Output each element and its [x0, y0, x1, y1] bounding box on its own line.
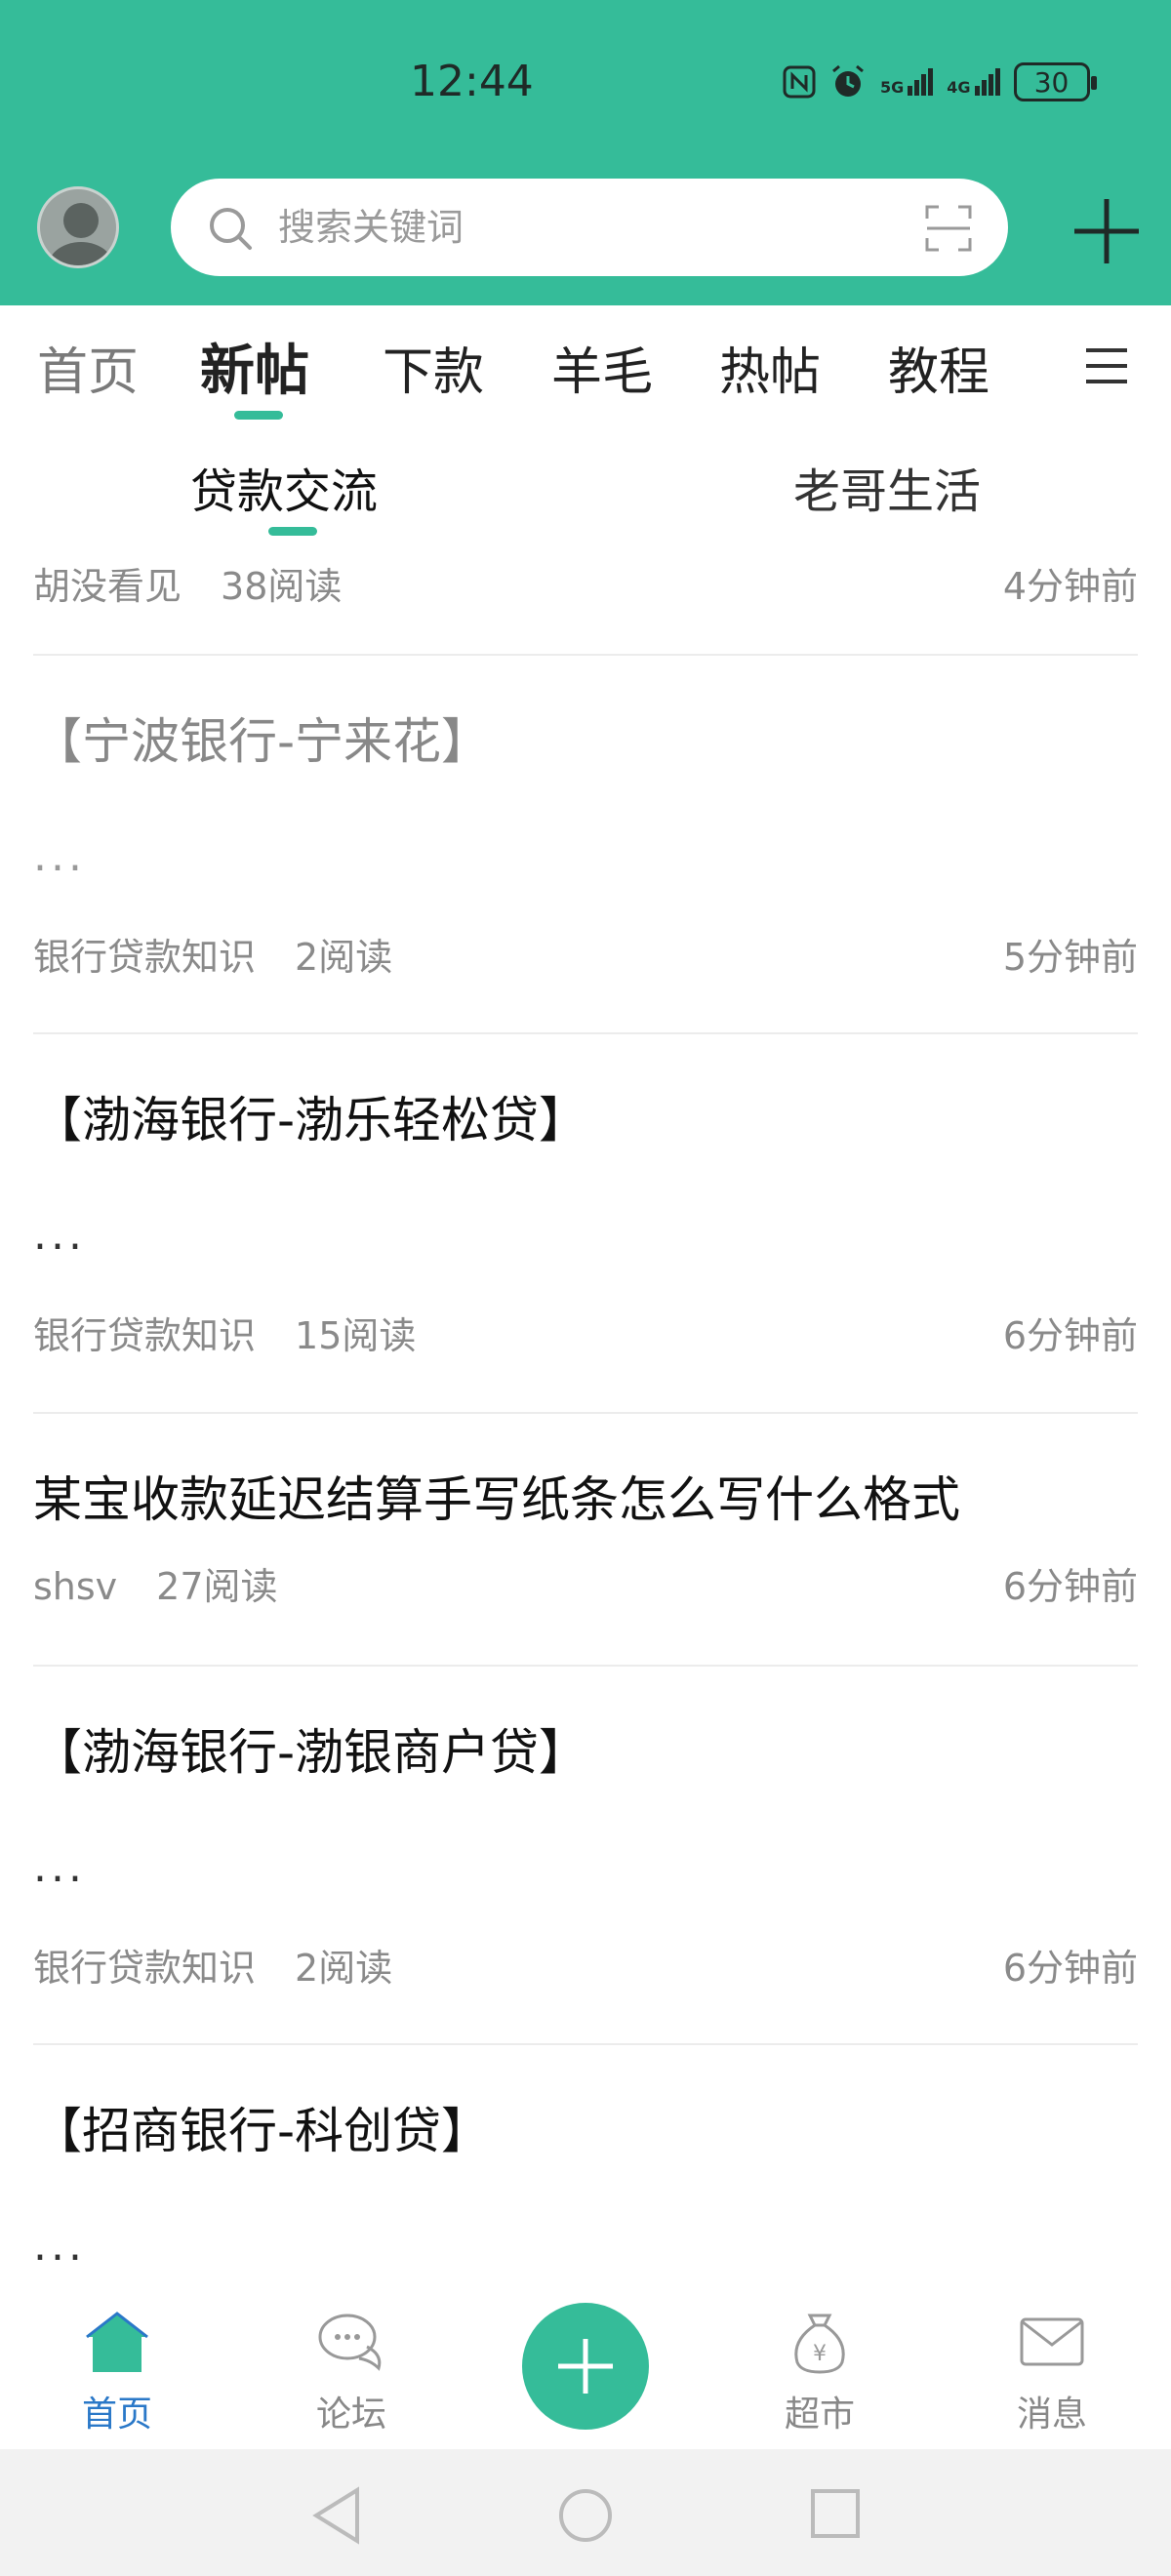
post-meta: 银行贷款知识 15阅读: [33, 1306, 416, 1359]
add-icon[interactable]: [1070, 195, 1143, 267]
avatar-icon: [48, 203, 114, 265]
network-4g-label: 4G: [947, 78, 971, 97]
app-header: 12:44 5G 4G 30: [0, 0, 1171, 305]
tab-indicator: [234, 411, 283, 420]
post-title: 【宁波银行-宁来花】: [33, 713, 491, 770]
list-item[interactable]: 【渤海银行-渤银商户贷】 ... 银行贷款知识 2阅读 6分钟前: [33, 1667, 1138, 2045]
post-reads: 15阅读: [295, 1314, 417, 1357]
status-time: 12:44: [410, 57, 534, 106]
recents-icon[interactable]: [810, 2488, 861, 2539]
list-item[interactable]: 【招商银行-科创贷】 ...: [33, 2045, 1138, 2288]
search-input[interactable]: [278, 198, 864, 257]
list-item[interactable]: 【宁波银行-宁来花】 ... 银行贷款知识 2阅读 5分钟前: [33, 656, 1138, 1034]
signal-4g-icon: 4G: [947, 68, 1000, 97]
subtab-indicator: [268, 527, 317, 536]
svg-text:¥: ¥: [813, 2342, 827, 2366]
post-meta: 银行贷款知识 2阅读: [33, 927, 392, 981]
post-author: 银行贷款知识: [33, 1314, 257, 1357]
nav-market[interactable]: ¥ 超市: [747, 2308, 893, 2436]
category-tabs: 首页 新帖 下款 羊毛 热帖 教程: [0, 305, 1171, 423]
plus-icon: [558, 2339, 613, 2394]
tab-tutorials[interactable]: 教程: [888, 331, 989, 404]
sub-tabs: 贷款交流 老哥生活: [0, 429, 1171, 542]
list-item[interactable]: 某宝收款延迟结算手写纸条怎么写什么格式 shsv 27阅读 6分钟前: [33, 1414, 1138, 1667]
post-author: shsv: [33, 1565, 118, 1608]
money-bag-icon: ¥: [794, 2314, 845, 2374]
chat-bubble-icon: [318, 2314, 382, 2371]
list-item[interactable]: 胡没看见 38阅读 4分钟前: [33, 542, 1138, 656]
post-title: 【渤海银行-渤乐轻松贷】: [33, 1092, 588, 1148]
nav-home[interactable]: 首页: [44, 2308, 190, 2436]
tab-hot[interactable]: 热帖: [719, 331, 821, 404]
bottom-nav: 首页 论坛 ¥ 超市 消息: [0, 2288, 1171, 2449]
post-time: 4分钟前: [1002, 565, 1138, 608]
nav-forum[interactable]: 论坛: [278, 2308, 424, 2436]
post-time: 6分钟前: [1002, 1314, 1138, 1357]
post-reads: 38阅读: [221, 565, 343, 608]
post-title: 【招商银行-科创贷】: [33, 2103, 491, 2159]
search-bar[interactable]: [171, 179, 1008, 276]
post-reads: 27阅读: [156, 1565, 278, 1608]
tab-new-posts[interactable]: 新帖: [200, 327, 309, 406]
signal-5g-icon: 5G: [880, 68, 934, 97]
nav-home-label: 首页: [81, 2395, 152, 2435]
tab-home[interactable]: 首页: [37, 331, 139, 404]
network-5g-label: 5G: [880, 78, 905, 97]
subtab-loan-exchange[interactable]: 贷款交流: [190, 453, 378, 521]
post-time: 6分钟前: [1002, 1947, 1138, 1990]
post-author: 银行贷款知识: [33, 936, 257, 979]
post-meta: 银行贷款知识 2阅读: [33, 1938, 392, 1992]
post-excerpt: ...: [33, 1842, 86, 1892]
battery-icon: 30: [1013, 62, 1097, 101]
system-nav-bar: [0, 2449, 1171, 2576]
post-time: 6分钟前: [1002, 1565, 1138, 1608]
alarm-icon: [832, 64, 864, 97]
nav-messages[interactable]: 消息: [979, 2308, 1125, 2436]
post-title: 某宝收款延迟结算手写纸条怎么写什么格式: [33, 1471, 960, 1528]
mail-icon: [1020, 2317, 1084, 2366]
home-button-icon[interactable]: [558, 2488, 613, 2543]
post-time: 5分钟前: [1002, 936, 1138, 979]
post-title: 【渤海银行-渤银商户贷】: [33, 1724, 588, 1781]
list-item[interactable]: 【渤海银行-渤乐轻松贷】 ... 银行贷款知识 15阅读 6分钟前: [33, 1034, 1138, 1414]
nav-market-label: 超市: [784, 2395, 855, 2435]
menu-icon[interactable]: [1084, 346, 1129, 385]
tab-deals[interactable]: 羊毛: [551, 331, 653, 404]
avatar[interactable]: [37, 186, 119, 268]
home-icon: [86, 2312, 148, 2372]
back-icon[interactable]: [310, 2486, 363, 2545]
scan-icon[interactable]: [924, 204, 973, 253]
nfc-icon: [783, 65, 816, 99]
tab-loans[interactable]: 下款: [383, 331, 484, 404]
nav-forum-label: 论坛: [315, 2395, 386, 2435]
post-feed: 胡没看见 38阅读 4分钟前 【宁波银行-宁来花】 ... 银行贷款知识 2阅读 5…: [0, 542, 1171, 2288]
nav-messages-label: 消息: [1016, 2395, 1087, 2435]
search-icon: [210, 208, 252, 250]
post-excerpt: ...: [33, 2221, 86, 2271]
post-reads: 2阅读: [295, 936, 393, 979]
create-post-button[interactable]: [522, 2303, 649, 2430]
post-meta: 胡没看见 38阅读: [33, 556, 342, 610]
post-excerpt: ...: [33, 831, 86, 881]
post-reads: 2阅读: [295, 1947, 393, 1990]
post-author: 银行贷款知识: [33, 1947, 257, 1990]
post-author: 胡没看见: [33, 565, 182, 608]
battery-level: 30: [1033, 65, 1070, 99]
status-icons: 5G 4G 30: [783, 62, 1097, 101]
subtab-life[interactable]: 老哥生活: [793, 453, 981, 521]
post-excerpt: ...: [33, 1210, 86, 1260]
post-meta: shsv 27阅读: [33, 1556, 278, 1610]
